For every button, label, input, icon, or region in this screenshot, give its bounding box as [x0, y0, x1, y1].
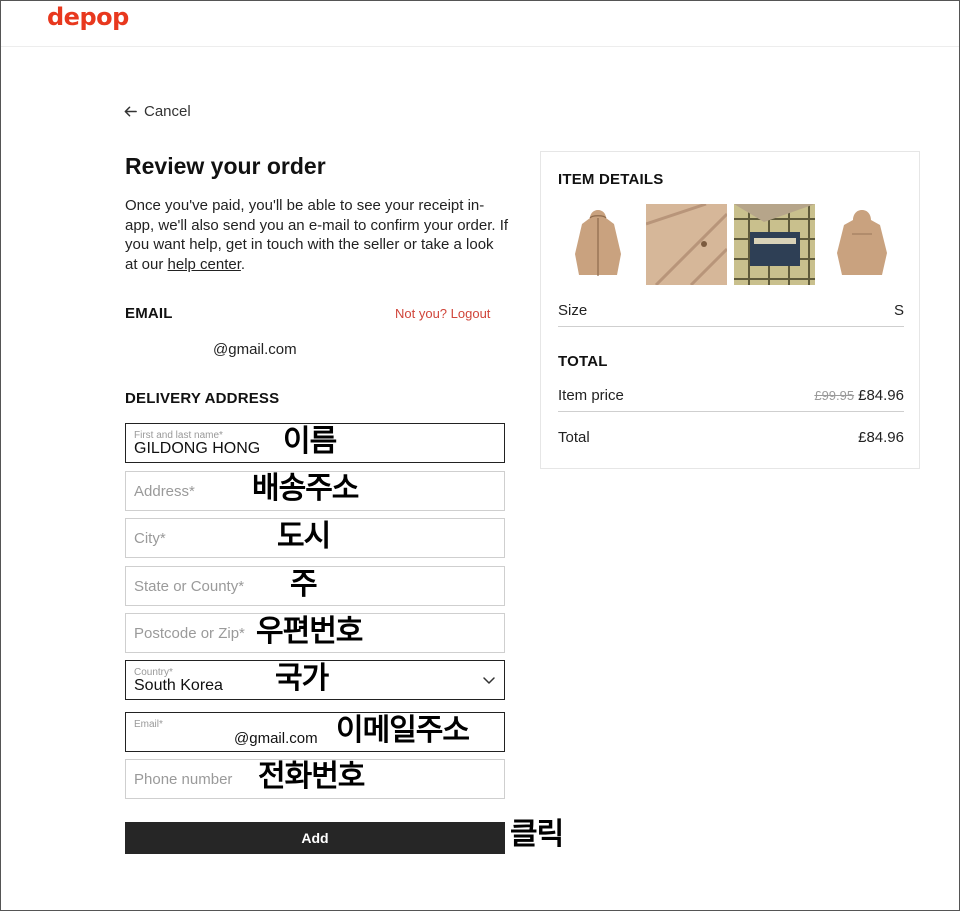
annotation-phone: 전화번호 — [258, 759, 365, 794]
original-price: £99.95 — [814, 388, 855, 403]
page-title: Review your order — [125, 153, 326, 179]
annotation-city: 도시 — [277, 519, 331, 554]
annotation-address: 배송주소 — [252, 471, 359, 506]
name-field-value: GILDONG HONG — [134, 440, 261, 457]
cancel-link[interactable]: Cancel — [123, 103, 191, 120]
arrow-left-icon — [124, 106, 137, 117]
total-row: Total £84.96 — [558, 429, 904, 446]
annotation-name: 이름 — [283, 424, 337, 459]
price-divider — [558, 411, 904, 412]
phone-placeholder: Phone number — [134, 771, 233, 788]
intro-text: Once you've paid, you'll be able to see … — [125, 196, 510, 274]
item-details-heading: ITEM DETAILS — [558, 171, 664, 188]
item-price-row: Item price £99.95 £84.96 — [558, 387, 904, 404]
city-placeholder: City* — [134, 530, 166, 547]
jacket-front-image — [575, 210, 621, 276]
chevron-down-icon — [483, 677, 495, 684]
jacket-closeup-image — [646, 204, 727, 285]
cancel-label: Cancel — [144, 103, 191, 120]
intro-end: . — [240, 255, 246, 273]
help-center-link[interactable]: help center — [168, 256, 241, 273]
email-field-value: @gmail.com — [234, 730, 318, 747]
item-price-label: Item price — [558, 387, 624, 404]
state-placeholder: State or County* — [134, 578, 245, 595]
annotation-country: 국가 — [275, 661, 329, 696]
annotation-click: 클릭 — [510, 817, 564, 852]
annotation-state: 주 — [290, 567, 318, 602]
jacket-closeup-photo[interactable] — [646, 204, 727, 285]
size-value: S — [893, 302, 904, 319]
total-value: £84.96 — [858, 429, 904, 446]
top-header: depop — [1, 1, 959, 47]
item-price-values: £99.95 £84.96 — [814, 387, 904, 404]
jacket-lining-image — [734, 204, 815, 285]
add-button[interactable]: Add — [125, 822, 505, 854]
jacket-lining-label-photo[interactable] — [734, 204, 815, 285]
annotation-email: 이메일주소 — [336, 713, 470, 748]
email-heading: EMAIL — [125, 305, 173, 322]
email-field-label: Email* — [134, 719, 163, 730]
total-label: Total — [558, 429, 590, 446]
size-row: Size S — [558, 302, 904, 319]
item-price-value: £84.96 — [858, 387, 904, 404]
depop-logo[interactable]: depop — [47, 3, 129, 31]
postcode-placeholder: Postcode or Zip* — [134, 625, 245, 642]
annotation-postcode: 우편번호 — [256, 614, 363, 649]
email-value: @gmail.com — [213, 341, 297, 358]
size-divider — [558, 326, 904, 327]
country-value: South Korea — [134, 677, 223, 694]
delivery-address-heading: DELIVERY ADDRESS — [125, 390, 280, 407]
total-heading: TOTAL — [558, 353, 608, 370]
order-summary-panel: ITEM DETAILS Size S TOTAL Item price £99… — [540, 151, 920, 469]
jacket-front-photo[interactable] — [558, 204, 639, 285]
size-label: Size — [558, 302, 588, 319]
logout-link[interactable]: Not you? Logout — [395, 306, 490, 321]
address-placeholder: Address* — [134, 483, 195, 500]
jacket-back-photo[interactable] — [822, 204, 903, 285]
jacket-back-image — [837, 210, 887, 275]
